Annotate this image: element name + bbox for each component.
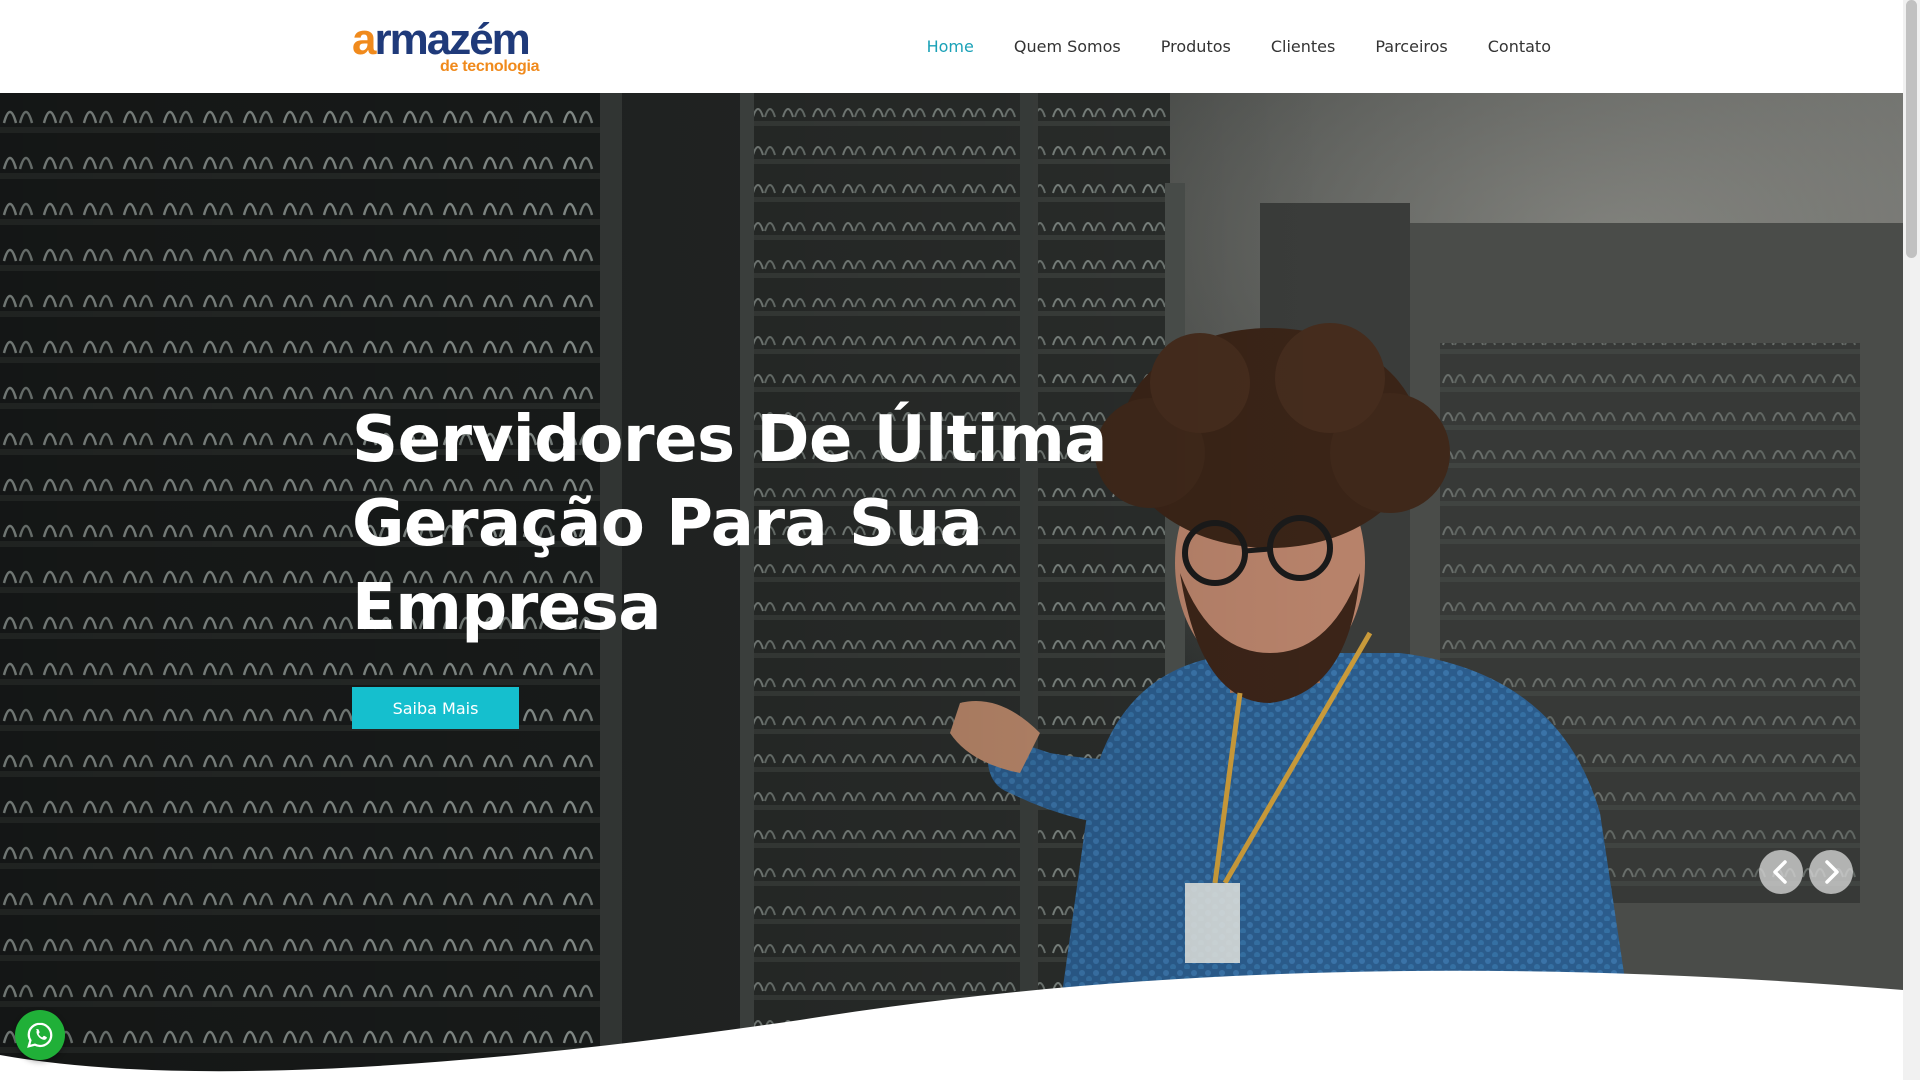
whatsapp-icon [27,1022,53,1048]
slider-prev-button[interactable] [1759,850,1803,894]
nav-item-produtos[interactable]: Produtos [1161,37,1231,56]
scrollbar-thumb[interactable] [1906,0,1917,258]
logo-wordmark-rest: rmazém [374,15,530,64]
main-nav: Home Quem Somos Produtos Clientes Parcei… [927,0,1551,93]
saiba-mais-button[interactable]: Saiba Mais [352,687,519,729]
page-scrollbar[interactable] [1903,0,1920,1080]
site-header: armazém de tecnologia Home Quem Somos Pr… [0,0,1903,93]
nav-item-quem-somos[interactable]: Quem Somos [1014,37,1121,56]
hero-slider: Servidores De Última Geração Para Sua Em… [0,93,1903,1080]
logo-first-letter: a [352,15,377,64]
nav-item-contato[interactable]: Contato [1488,37,1551,56]
nav-item-clientes[interactable]: Clientes [1271,37,1336,56]
whatsapp-float-button[interactable] [15,1010,65,1060]
logo[interactable]: armazém de tecnologia [352,14,552,78]
hero-bottom-wave [0,970,1903,1080]
nav-item-parceiros[interactable]: Parceiros [1375,37,1447,56]
logo-subtitle: de tecnologia [440,58,540,75]
nav-item-home[interactable]: Home [927,37,974,56]
slider-next-button[interactable] [1809,850,1853,894]
hero-title: Servidores De Última Geração Para Sua Em… [352,403,1107,645]
chevron-right-icon [1825,860,1839,884]
chevron-left-icon [1773,860,1787,884]
